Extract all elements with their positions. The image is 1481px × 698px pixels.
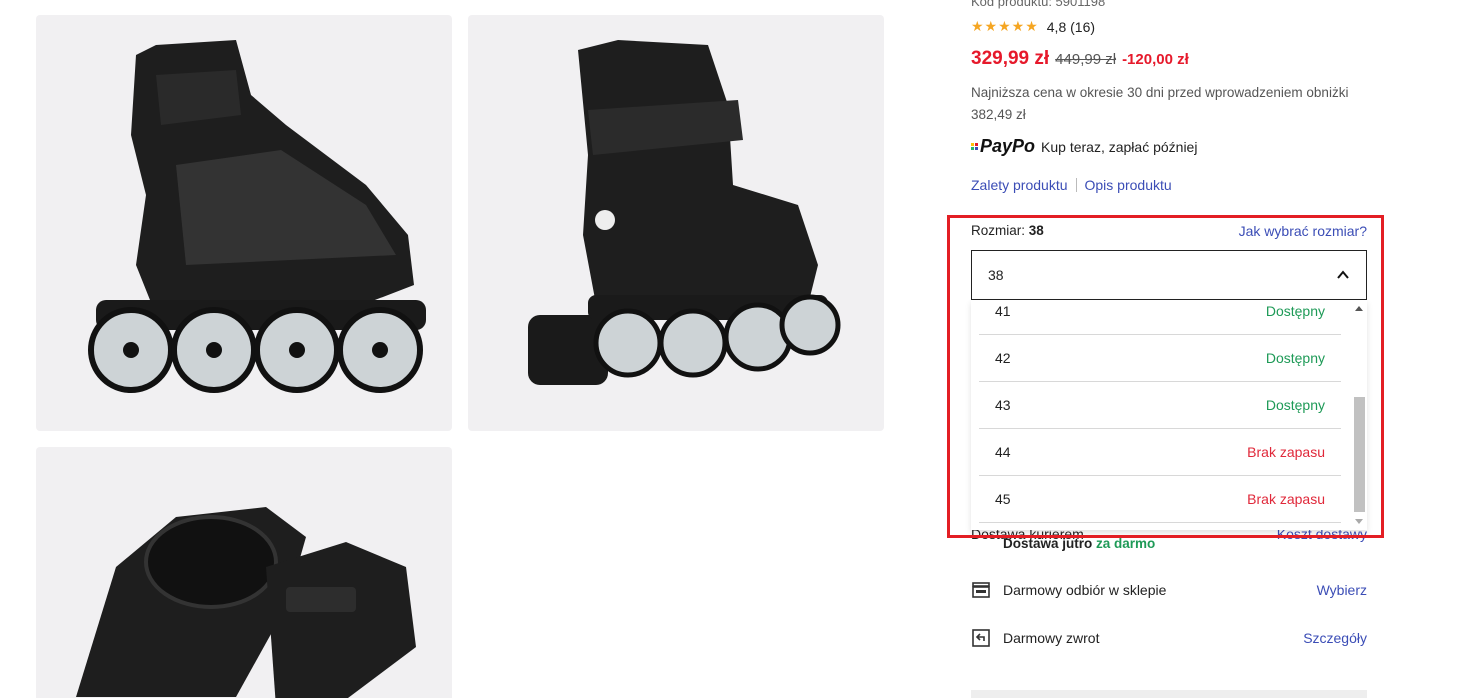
product-anchor-links: Zalety produktu Opis produktu [971,177,1172,193]
paypo-text: Kup teraz, zapłać później [1041,138,1198,155]
price-row: 329,99 zł 449,99 zł -120,00 zł [971,48,1189,70]
star-rating-icon: ★★★★★ [971,18,1039,34]
divider [1075,178,1077,192]
bottom-panel-edge [971,690,1367,698]
skate-side-illustration [88,40,426,393]
link-product-description[interactable]: Opis produktu [1085,177,1172,193]
rating[interactable]: ★★★★★ 4,8 (16) [971,18,1095,35]
skate-top-illustration [76,507,416,698]
product-image-2[interactable] [468,15,884,431]
store-icon [972,582,990,598]
paypo-logo: PayPo [971,136,1035,157]
return-icon [972,629,990,647]
discount-amount: -120,00 zł [1122,51,1189,68]
service-label: Darmowy zwrot [1003,630,1100,646]
skate-front-illustration [528,40,841,385]
delivery-free-text: za darmo [1096,536,1156,551]
product-image-3[interactable] [36,447,452,698]
delivery-tomorrow: Dostawa jutro za darmo [1003,536,1155,551]
product-image-1[interactable] [36,15,452,431]
delivery-tomorrow-text: Dostawa jutro [1003,536,1093,551]
product-code: Kod produktu: 5901198 [971,0,1106,9]
return-details-link[interactable]: Szczegóły [1303,630,1367,646]
paypo-dots-icon [971,143,978,150]
lowest-price-note: Najniższa cena w okresie 30 dni przed wp… [971,85,1349,122]
service-label: Darmowy odbiór w sklepie [1003,582,1167,598]
choose-store-link[interactable]: Wybierz [1317,582,1367,598]
rating-value: 4,8 (16) [1046,18,1096,35]
link-product-advantages[interactable]: Zalety produktu [971,177,1068,193]
current-price: 329,99 zł [971,48,1050,69]
highlight-frame [947,215,1384,538]
service-row-free-return: Darmowy zwrot Szczegóły [971,628,1367,648]
paypo-logo-text: PayPo [980,136,1036,156]
service-row-store-pickup: Darmowy odbiór w sklepie Wybierz [971,580,1367,600]
old-price: 449,99 zł [1055,51,1117,68]
paypo-banner[interactable]: PayPo Kup teraz, zapłać później [971,136,1197,157]
